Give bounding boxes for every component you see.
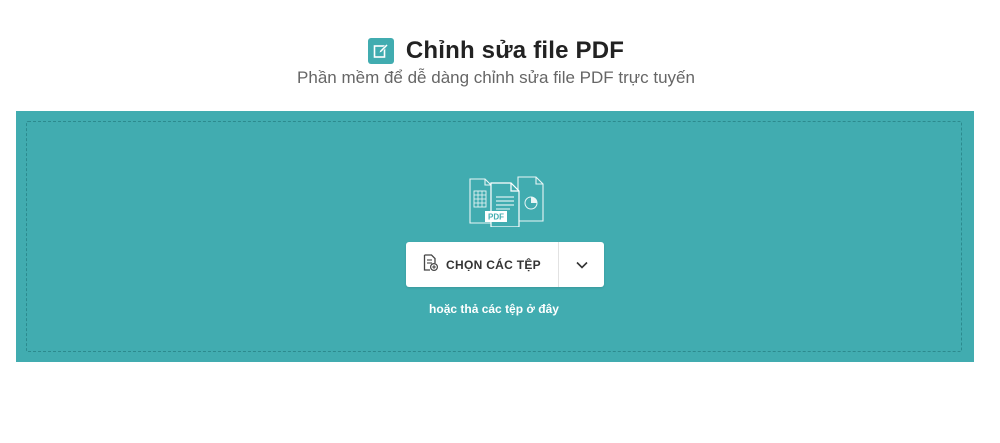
file-add-icon bbox=[423, 253, 439, 276]
chevron-down-icon bbox=[575, 256, 588, 274]
documents-illustration-icon: PDF bbox=[469, 176, 544, 227]
drop-hint-text: hoặc thả các tệp ở đây bbox=[429, 302, 559, 316]
choose-files-label: CHỌN CÁC TỆP bbox=[446, 257, 541, 272]
page-title: Chỉnh sửa file PDF bbox=[405, 37, 625, 64]
title-row: Chỉnh sửa file PDF bbox=[0, 37, 992, 65]
choose-files-button-group: CHỌN CÁC TỆP bbox=[406, 242, 604, 287]
edit-icon bbox=[367, 38, 394, 64]
page-subtitle: Phần mềm để dễ dàng chỉnh sửa file PDF t… bbox=[297, 68, 695, 87]
dropzone-dashed-area[interactable]: PDF CHỌN CÁC TỆP hoặc thả các tệp ở đây bbox=[26, 121, 962, 352]
page-header: Chỉnh sửa file PDF Phần mềm để dễ dàng c… bbox=[0, 0, 1000, 110]
upload-source-dropdown-button[interactable] bbox=[559, 242, 604, 287]
pdf-badge-text: PDF bbox=[488, 213, 504, 222]
choose-files-button[interactable]: CHỌN CÁC TỆP bbox=[406, 242, 558, 287]
file-dropzone[interactable]: PDF CHỌN CÁC TỆP hoặc thả các tệp ở đây bbox=[16, 111, 974, 362]
